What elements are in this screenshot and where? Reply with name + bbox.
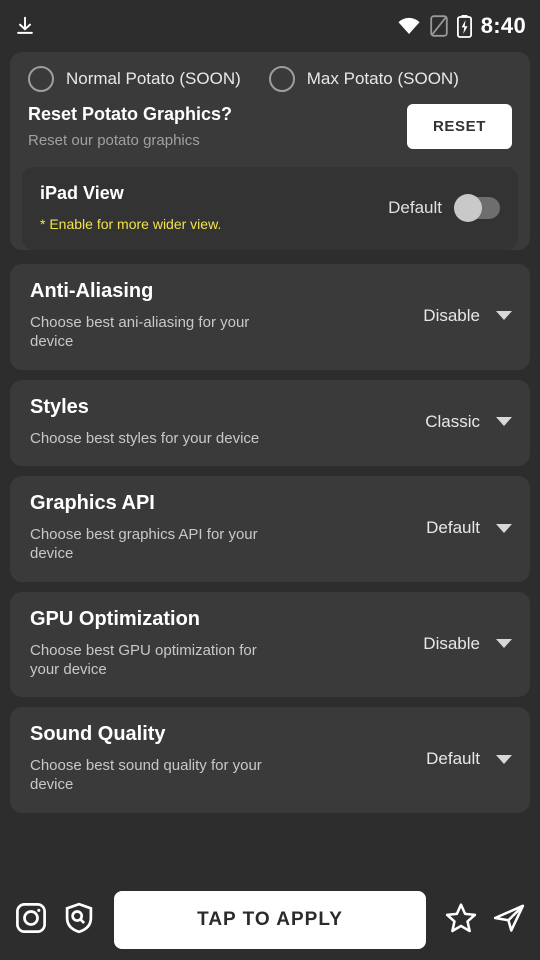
reset-potato-title: Reset Potato Graphics? <box>28 104 233 124</box>
setting-subtitle: Choose best ani-aliasing for your device <box>30 314 250 350</box>
setting-row-anti-aliasing[interactable]: Anti-Aliasing Choose best ani-aliasing f… <box>10 264 530 370</box>
chevron-down-icon <box>496 639 512 648</box>
status-bar-left <box>14 14 36 38</box>
radio-normal-potato[interactable]: Normal Potato (SOON) <box>28 66 241 92</box>
ipad-view-toggle[interactable] <box>454 193 500 222</box>
setting-value: Default <box>426 518 480 537</box>
status-bar: 8:40 <box>0 0 540 52</box>
ipad-view-card: iPad View * Enable for more wider view. … <box>22 167 518 250</box>
setting-title: GPU Optimization <box>30 607 200 630</box>
setting-dropdown[interactable]: Classic <box>392 412 512 432</box>
reset-potato-subtitle: Reset our potato graphics <box>28 132 200 149</box>
toggle-knob <box>454 193 482 222</box>
chevron-down-icon <box>496 417 512 427</box>
chevron-down-icon <box>496 311 512 321</box>
setting-subtitle: Choose best graphics API for your device <box>30 526 258 562</box>
settings-scroll-area[interactable]: Normal Potato (SOON) Max Potato (SOON) R… <box>0 52 540 880</box>
setting-texts: Sound Quality Choose best sound quality … <box>30 723 392 795</box>
instagram-icon[interactable] <box>14 901 48 940</box>
setting-value: Disable <box>423 633 480 653</box>
radio-max-potato-label: Max Potato (SOON) <box>306 69 459 88</box>
reset-button[interactable]: RESET <box>406 104 512 149</box>
setting-texts: Styles Choose best styles for your devic… <box>30 396 392 449</box>
ipad-view-note: * Enable for more wider view. <box>40 216 222 232</box>
setting-dropdown[interactable]: Default <box>392 749 512 769</box>
radio-normal-potato-label: Normal Potato (SOON) <box>66 69 241 88</box>
send-icon[interactable] <box>492 901 526 940</box>
setting-dropdown[interactable]: Disable <box>392 306 512 326</box>
chevron-down-icon <box>496 754 512 764</box>
battery-charging-icon <box>456 14 472 38</box>
sim-off-icon <box>430 15 448 37</box>
reset-potato-texts: Reset Potato Graphics? Reset our potato … <box>28 104 407 149</box>
setting-value: Default <box>426 749 480 768</box>
setting-subtitle: Choose best GPU optimization for your de… <box>30 641 257 678</box>
status-bar-right: 8:40 <box>397 13 526 39</box>
ipad-view-texts: iPad View * Enable for more wider view. <box>40 183 388 232</box>
ipad-view-title: iPad View <box>40 183 124 203</box>
setting-texts: Graphics API Choose best graphics API fo… <box>30 492 392 564</box>
bottom-bar: TAP TO APPLY <box>0 880 540 960</box>
ipad-view-toggle-wrap[interactable]: Default <box>388 193 500 222</box>
chevron-down-icon <box>496 523 512 533</box>
download-icon <box>14 14 36 38</box>
setting-title: Anti-Aliasing <box>30 280 154 302</box>
ipad-view-toggle-label: Default <box>388 197 442 217</box>
radio-circle-icon <box>268 66 295 92</box>
setting-row-styles[interactable]: Styles Choose best styles for your devic… <box>10 379 530 467</box>
setting-texts: Anti-Aliasing Choose best ani-aliasing f… <box>30 280 392 352</box>
setting-dropdown[interactable]: Disable <box>392 634 512 654</box>
potato-graphics-card: Normal Potato (SOON) Max Potato (SOON) R… <box>10 52 530 250</box>
setting-row-sound-quality[interactable]: Sound Quality Choose best sound quality … <box>10 707 530 813</box>
setting-title: Graphics API <box>30 492 155 515</box>
status-time: 8:40 <box>480 13 526 38</box>
setting-title: Sound Quality <box>30 723 166 746</box>
potato-radio-group: Normal Potato (SOON) Max Potato (SOON) <box>10 52 530 100</box>
setting-title: Styles <box>30 395 89 418</box>
setting-subtitle: Choose best sound quality for your devic… <box>30 757 262 793</box>
reset-potato-row: Reset Potato Graphics? Reset our potato … <box>10 100 530 167</box>
radio-max-potato[interactable]: Max Potato (SOON) <box>268 66 459 92</box>
setting-dropdown[interactable]: Default <box>392 518 512 538</box>
setting-subtitle: Choose best styles for your device <box>30 429 260 447</box>
setting-value: Disable <box>423 305 480 325</box>
setting-row-graphics-api[interactable]: Graphics API Choose best graphics API fo… <box>10 476 530 582</box>
setting-texts: GPU Optimization Choose best GPU optimiz… <box>30 608 392 680</box>
radio-circle-icon <box>28 66 54 92</box>
star-icon[interactable] <box>444 901 478 940</box>
setting-row-gpu-optimization[interactable]: GPU Optimization Choose best GPU optimiz… <box>10 591 530 698</box>
setting-value: Classic <box>425 411 480 431</box>
shield-search-icon[interactable] <box>62 901 96 940</box>
wifi-icon <box>397 16 421 36</box>
tap-to-apply-button[interactable]: TAP TO APPLY <box>114 891 426 949</box>
